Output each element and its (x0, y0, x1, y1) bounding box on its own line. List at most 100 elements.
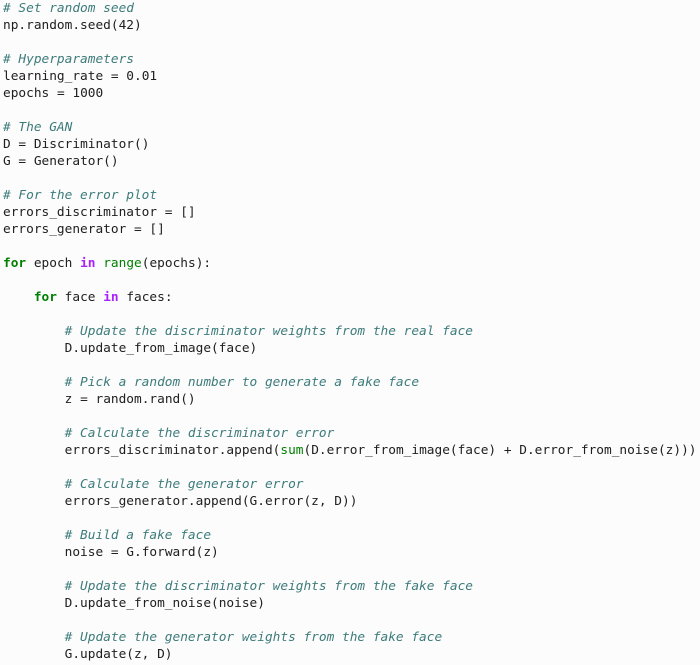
code-token-o: = (18, 137, 34, 152)
code-line: errors_generator.append(G.error(z, D)) (0, 493, 700, 510)
code-token-mi: 0.01 (126, 69, 158, 84)
code-token-o: = (56, 86, 73, 101)
code-token-c: # The GAN (3, 120, 73, 135)
code-token-n: D.error_from_image(face) (311, 443, 504, 458)
code-line: np.random.seed(42) (0, 17, 700, 34)
code-line: z = random.rand() (0, 391, 700, 408)
code-token-n: errors_discriminator (3, 205, 165, 220)
code-token-n: face (56, 290, 104, 305)
code-line: for epoch in range(epochs): (0, 255, 700, 272)
code-line: # Update the discriminator weights from … (0, 323, 700, 340)
code-line: epochs = 1000 (0, 85, 700, 102)
code-line: # Hyperparameters (0, 51, 700, 68)
code-token-nb: range (103, 256, 142, 271)
code-token-c: # Set random seed (3, 1, 134, 16)
code-line: # Update the generator weights from the … (0, 629, 700, 646)
code-token-n: D.update_from_noise(noise) (64, 596, 265, 611)
code-token-p: : (164, 290, 173, 305)
code-token-ow: in (80, 256, 96, 271)
code-token-c: # Update the discriminator weights from … (64, 324, 473, 339)
code-token-o: = (110, 545, 127, 560)
code-token-c: # Calculate the discriminator error (64, 426, 335, 441)
code-token-o: + (503, 443, 520, 458)
code-token-n: G (3, 154, 19, 169)
code-token-n: faces (118, 290, 165, 305)
code-token-n: errors_generator.append(G.error(z, D)) (64, 494, 358, 509)
code-line: noise = G.forward(z) (0, 544, 700, 561)
code-line: # Calculate the generator error (0, 476, 700, 493)
code-token-mi: 42 (118, 18, 134, 33)
code-token-o: = (164, 205, 181, 220)
code-token-n: D (3, 137, 19, 152)
code-token-n: D.error_from_noise(z) (519, 443, 682, 458)
code-line: # Pick a random number to generate a fak… (0, 374, 700, 391)
code-token-n: epoch (26, 256, 81, 271)
code-token-n: Discriminator() (33, 137, 150, 152)
code-token-n: random.rand() (95, 392, 196, 407)
code-token-p: ): (195, 256, 212, 271)
code-token-n: errors_generator (3, 222, 134, 237)
code-token-c: # Update the generator weights from the … (64, 630, 443, 645)
code-token-n: errors_discriminator.append( (64, 443, 281, 458)
code-token-n: np.random.seed( (3, 18, 119, 33)
code-token-nb: sum (280, 443, 304, 458)
code-token-c: # Update the discriminator weights from … (64, 579, 473, 594)
code-line: D = Discriminator() (0, 136, 700, 153)
code-line: learning_rate = 0.01 (0, 68, 700, 85)
code-block[interactable]: # Set random seed np.random.seed(42) # Hy… (0, 0, 700, 665)
code-token-n: Generator() (33, 154, 119, 169)
code-token-n: z (64, 392, 81, 407)
code-line: # The GAN (0, 119, 700, 136)
code-token-p: [] (149, 222, 165, 237)
code-line: # Set random seed (0, 0, 700, 17)
code-token-ow: in (103, 290, 119, 305)
code-token-c: # For the error plot (3, 188, 158, 203)
code-line: D.update_from_noise(noise) (0, 595, 700, 612)
code-line: # Build a fake face (0, 527, 700, 544)
code-token-p: [] (180, 205, 196, 220)
code-token-k: for (33, 290, 57, 305)
code-line: # Calculate the discriminator error (0, 425, 700, 442)
code-token-n: epochs (149, 256, 196, 271)
code-line: G.update(z, D) (0, 646, 700, 663)
code-line: G = Generator() (0, 153, 700, 170)
code-token-n: G.forward(z) (126, 545, 219, 560)
code-token-o: = (133, 222, 150, 237)
code-token-o: = (80, 392, 96, 407)
code-line: for face in faces: (0, 289, 700, 306)
code-line: errors_generator = [] (0, 221, 700, 238)
code-token-c: # Hyperparameters (3, 52, 134, 67)
code-token-c: # Calculate the generator error (64, 477, 304, 492)
code-line: errors_discriminator = [] (0, 204, 700, 221)
code-token-n: noise (64, 545, 111, 560)
code-token-n: D.update_from_image(face) (64, 341, 258, 356)
code-token-c: # Build a fake face (64, 528, 212, 543)
code-token-k: for (3, 256, 27, 271)
